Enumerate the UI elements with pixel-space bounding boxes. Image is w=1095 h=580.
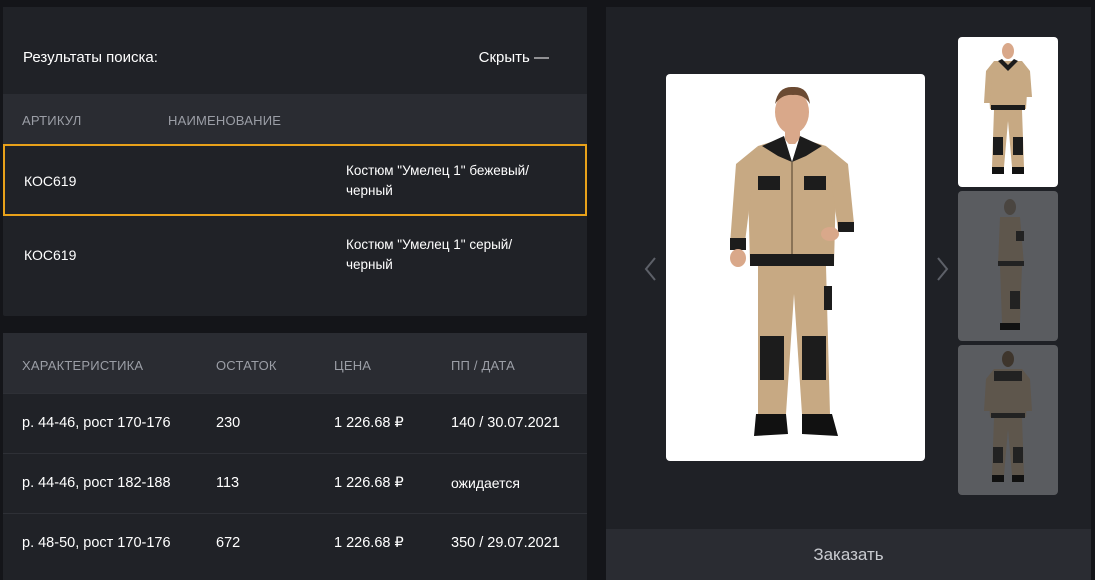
search-results-panel: Результаты поиска: Скрыть — АРТИКУЛ НАИМ… — [3, 7, 587, 316]
search-table-header: АРТИКУЛ НАИМЕНОВАНИЕ — [3, 94, 587, 146]
characteristic-cell: р. 44-46, рост 182-188 — [22, 475, 171, 491]
search-results-title: Результаты поиска: — [23, 49, 158, 66]
gallery-next-button[interactable] — [931, 254, 951, 284]
column-header-article: АРТИКУЛ — [22, 113, 82, 128]
column-header-name: НАИМЕНОВАНИЕ — [168, 113, 282, 128]
chevron-right-icon — [937, 257, 949, 281]
order-button[interactable]: Заказать — [606, 529, 1091, 580]
gallery-thumbnail-back[interactable] — [958, 345, 1058, 495]
main-product-photo — [666, 74, 925, 461]
result-row[interactable]: КОС619 Костюм "Умелец 1" серый/ черный — [3, 218, 587, 290]
result-row[interactable]: КОС619 Костюм "Умелец 1" бежевый/ черный — [3, 144, 587, 216]
thumbnail-front-image — [984, 43, 1032, 174]
characteristic-cell: р. 48-50, рост 170-176 — [22, 535, 171, 551]
gallery-thumbnail-front[interactable] — [958, 37, 1058, 187]
chevron-left-icon — [644, 257, 656, 281]
product-gallery-panel: Заказать — [606, 7, 1091, 580]
column-header-stock: ОСТАТОК — [216, 358, 277, 373]
stock-row[interactable]: р. 44-46, рост 182-188 113 1 226.68 ₽ ож… — [3, 453, 587, 514]
price-cell: 1 226.68 ₽ — [334, 415, 404, 431]
result-article: КОС619 — [24, 247, 77, 263]
hide-results-button[interactable]: Скрыть — — [479, 49, 549, 66]
workwear-suit-image — [730, 86, 854, 436]
stock-row[interactable]: р. 48-50, рост 170-176 672 1 226.68 ₽ 35… — [3, 513, 587, 574]
stock-cell: 672 — [216, 535, 241, 551]
column-header-pp-date: ПП / ДАТА — [451, 358, 515, 373]
gallery-prev-button[interactable] — [642, 254, 662, 284]
result-name: Костюм "Умелец 1" бежевый/ черный — [346, 163, 529, 198]
pp-date-cell: 350 / 29.07.2021 — [451, 535, 560, 551]
stock-cell: 113 — [216, 475, 240, 491]
stock-table-header: ХАРАКТЕРИСТИКА ОСТАТОК ЦЕНА ПП / ДАТА — [3, 333, 587, 393]
characteristic-cell: р. 44-46, рост 170-176 — [22, 415, 171, 431]
pp-date-cell: 140 / 30.07.2021 — [451, 415, 560, 431]
thumbnail-side-image — [998, 199, 1024, 330]
result-article: КОС619 — [24, 173, 77, 189]
price-cell: 1 226.68 ₽ — [334, 535, 404, 551]
pp-date-cell: ожидается — [451, 475, 520, 491]
thumbnail-back-image — [984, 351, 1032, 482]
result-name: Костюм "Умелец 1" серый/ черный — [346, 237, 513, 272]
stock-row[interactable]: р. 44-46, рост 170-176 230 1 226.68 ₽ 14… — [3, 393, 587, 454]
gallery-thumbnail-side[interactable] — [958, 191, 1058, 341]
stock-cell: 230 — [216, 415, 241, 431]
column-header-characteristic: ХАРАКТЕРИСТИКА — [22, 358, 144, 373]
search-header: Результаты поиска: Скрыть — — [3, 7, 587, 94]
column-header-price: ЦЕНА — [334, 358, 372, 373]
price-cell: 1 226.68 ₽ — [334, 475, 404, 491]
stock-table-panel: ХАРАКТЕРИСТИКА ОСТАТОК ЦЕНА ПП / ДАТА р.… — [3, 333, 587, 580]
